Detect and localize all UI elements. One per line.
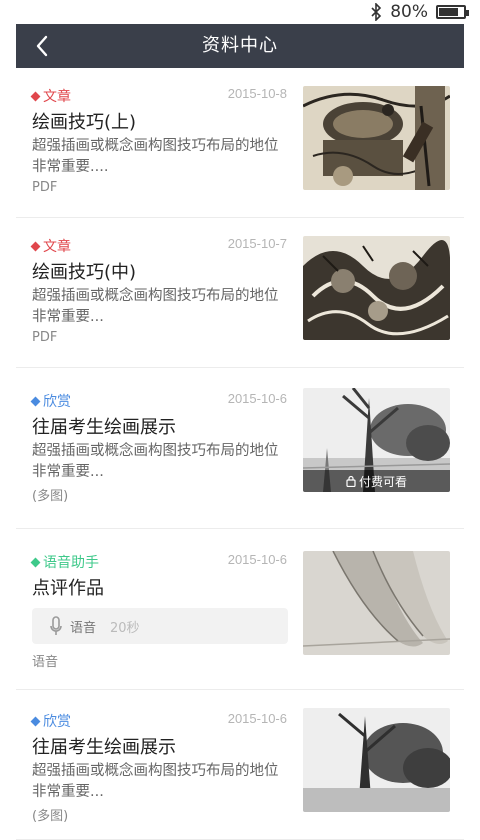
- item-description: 超强插画或概念画构图技巧布局的地位非常重要...: [32, 443, 279, 480]
- list-item[interactable]: 文章 2015-10-7 绘画技巧(中) 超强插画或概念画构图技巧布局的地位非常…: [16, 218, 464, 368]
- item-description: 超强插画或概念画构图技巧布局的地位非常重要...: [32, 288, 279, 325]
- voice-label: 语音: [70, 620, 97, 636]
- item-type: (多图): [32, 809, 69, 824]
- item-thumbnail: [303, 86, 450, 190]
- item-title: 往届考生绘画展示: [32, 737, 176, 758]
- item-title: 绘画技巧(中): [32, 262, 137, 283]
- list-item[interactable]: 文章 2015-10-8 绘画技巧(上) 超强插画或概念画构图技巧布局的地位非常…: [16, 68, 464, 218]
- category-tag: 文章: [30, 86, 71, 106]
- item-date: 2015-10-6: [227, 391, 287, 406]
- item-thumbnail: [303, 708, 450, 812]
- battery-icon: [436, 5, 469, 19]
- voice-duration: 20秒: [110, 620, 140, 636]
- item-date: 2015-10-6: [227, 552, 287, 567]
- item-thumbnail: 付费可看: [303, 388, 450, 492]
- diamond-icon: [30, 241, 41, 251]
- item-thumbnail: [303, 551, 450, 655]
- list-item[interactable]: 欣赏 2015-10-6 往届考生绘画展示 超强插画或概念画构图技巧布局的地位非…: [16, 368, 464, 529]
- diamond-icon: [30, 716, 41, 726]
- category-tag: 文章: [30, 236, 71, 256]
- item-type: 语音: [32, 655, 59, 670]
- list-item[interactable]: 欣赏 2015-10-6 往届考生绘画展示 超强插画或概念画构图技巧布局的地位非…: [16, 690, 464, 840]
- item-date: 2015-10-8: [227, 86, 287, 101]
- item-type: (多图): [32, 489, 69, 504]
- item-description: 超强插画或概念画构图技巧布局的地位非常重要....: [32, 138, 279, 175]
- list-item[interactable]: 语音助手 2015-10-6 点评作品 语音 20秒 语音: [16, 529, 464, 690]
- status-indicators: 80%: [370, 2, 469, 22]
- navigation-bar: 资料中心: [16, 24, 464, 68]
- status-bar: 80%: [0, 0, 480, 24]
- microphone-icon: [50, 616, 62, 635]
- material-list: 文章 2015-10-8 绘画技巧(上) 超强插画或概念画构图技巧布局的地位非常…: [16, 68, 464, 840]
- lock-icon: [346, 475, 356, 487]
- item-title: 点评作品: [32, 578, 104, 599]
- paid-badge: 付费可看: [303, 470, 450, 492]
- item-date: 2015-10-7: [227, 236, 287, 251]
- diamond-icon: [30, 91, 41, 101]
- category-tag: 欣赏: [30, 391, 71, 411]
- item-date: 2015-10-6: [227, 711, 287, 726]
- bluetooth-icon: [371, 3, 382, 21]
- voice-player[interactable]: 语音 20秒: [32, 608, 288, 644]
- diamond-icon: [30, 396, 41, 406]
- diamond-icon: [30, 557, 41, 567]
- battery-percent: 80%: [390, 2, 428, 22]
- category-tag: 欣赏: [30, 711, 71, 731]
- page-title: 资料中心: [202, 35, 278, 56]
- item-description: 超强插画或概念画构图技巧布局的地位非常重要...: [32, 763, 279, 800]
- item-title: 绘画技巧(上): [32, 112, 137, 133]
- item-type: PDF: [32, 180, 58, 195]
- category-tag: 语音助手: [30, 552, 99, 572]
- item-type: PDF: [32, 330, 58, 345]
- item-thumbnail: [303, 236, 450, 340]
- item-title: 往届考生绘画展示: [32, 417, 176, 438]
